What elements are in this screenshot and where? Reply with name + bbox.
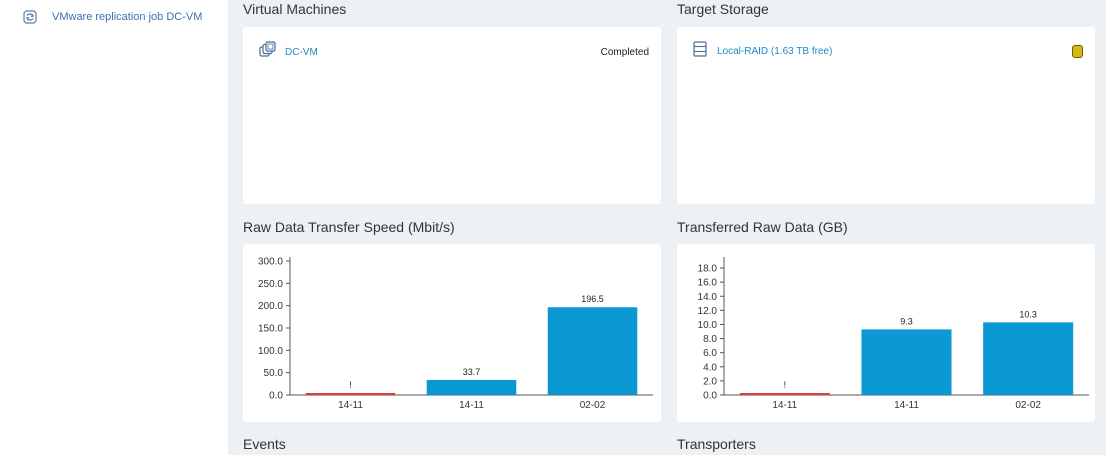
speed-bar-label-1: ! [349, 380, 352, 390]
speed-bar-3[interactable] [547, 307, 638, 395]
transferred-x-tick-label-3: 02-02 [1015, 400, 1041, 411]
speed-chart-title: Raw Data Transfer Speed (Mbit/s) [243, 219, 455, 235]
speed-y-tick-label: 250.0 [258, 279, 283, 290]
vm-link[interactable]: DC-VM [285, 47, 318, 58]
speed-bar-chart: 0.0 50.0 100.0 150.0 200.0 250.0 300.0! 14-11 33… [258, 257, 653, 411]
sidebar-job-label: VMware replication job DC-VM [52, 11, 203, 23]
vm-status: Completed [600, 46, 649, 58]
transferred-y-tick-label: 2.0 [703, 376, 717, 387]
sidebar-item-replication-job[interactable]: VMware replication job DC-VM [20, 6, 202, 28]
transferred-bar-label-2: 9.3 [900, 316, 913, 326]
target-storage-panel: Local-RAID (1.63 TB free) [677, 27, 1095, 204]
transferred-bar-3[interactable] [983, 322, 1074, 395]
target-storage-title: Target Storage [677, 1, 769, 17]
transferred-y-tick-label: 4.0 [703, 362, 717, 373]
transferred-x-tick-label-2: 14-11 [894, 400, 919, 411]
speed-chart-panel: 0.0 50.0 100.0 150.0 200.0 250.0 300.0! 14-11 33… [243, 244, 661, 422]
transferred-y-tick-label: 8.0 [703, 334, 717, 345]
speed-x-tick-label-1: 14-11 [338, 400, 363, 411]
events-title: Events [243, 436, 286, 452]
transferred-x-tick-label-1: 14-11 [772, 400, 797, 411]
transferred-chart-title: Transferred Raw Data (GB) [677, 219, 848, 235]
transferred-bar-label-3: 10.3 [1019, 309, 1037, 319]
transporters-title: Transporters [677, 436, 756, 452]
speed-x-tick-label-2: 14-11 [459, 400, 484, 411]
vm-stack-icon [259, 40, 277, 64]
transferred-y-tick-label: 10.0 [698, 320, 718, 331]
speed-bar-label-2: 33.7 [463, 367, 481, 377]
speed-bar-label-3: 196.5 [581, 294, 604, 304]
speed-y-tick-label: 100.0 [258, 346, 283, 357]
vm-row: DC-VM Completed [259, 40, 649, 64]
transferred-y-tick-label: 12.0 [698, 306, 718, 317]
storage-link[interactable]: Local-RAID (1.63 TB free) [717, 46, 832, 57]
speed-y-tick-label: 150.0 [258, 324, 283, 335]
transferred-y-tick-label: 18.0 [698, 264, 718, 275]
transferred-y-tick-label: 6.0 [703, 348, 717, 359]
speed-bar-1[interactable] [305, 393, 396, 395]
transferred-bar-chart: 0.0 2.0 4.0 6.0 8.0 10.0 12.0 14.0 16.0 18.0! 14-1… [698, 257, 1089, 411]
transferred-bar-label-1: ! [784, 380, 787, 390]
transferred-chart-panel: 0.0 2.0 4.0 6.0 8.0 10.0 12.0 14.0 16.0 18.0! 14-1… [677, 244, 1095, 422]
virtual-machines-panel: DC-VM Completed [243, 27, 661, 204]
transferred-y-tick-label: 0.0 [703, 391, 717, 402]
speed-y-tick-label: 0.0 [269, 391, 283, 402]
virtual-machines-title: Virtual Machines [243, 1, 347, 17]
speed-y-tick-label: 50.0 [264, 368, 284, 379]
storage-status-indicator [1072, 44, 1083, 58]
speed-y-tick-label: 300.0 [258, 257, 283, 268]
sidebar: VMware replication job DC-VM [0, 0, 228, 455]
speed-x-tick-label-3: 02-02 [580, 400, 606, 411]
storage-row: Local-RAID (1.63 TB free) [693, 40, 1083, 62]
transferred-y-tick-label: 16.0 [698, 278, 718, 289]
speed-y-tick-label: 200.0 [258, 301, 283, 312]
transferred-y-tick-label: 14.0 [698, 292, 718, 303]
storage-list-icon [693, 40, 707, 62]
transferred-bar-1[interactable] [739, 393, 830, 395]
main-content: Virtual Machines DC-VM Completed Target … [228, 0, 1106, 455]
speed-bar-2[interactable] [426, 379, 517, 395]
transferred-bar-2[interactable] [861, 329, 952, 395]
refresh-cycle-icon [20, 7, 40, 27]
